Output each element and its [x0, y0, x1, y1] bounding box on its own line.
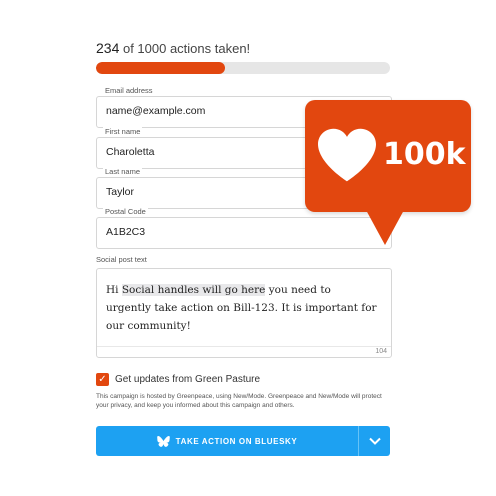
cta-dropdown-button[interactable] — [359, 426, 390, 456]
post-text-before: Hi — [106, 284, 122, 296]
email-label: Email address — [103, 86, 155, 95]
email-value: name@example.com — [106, 105, 206, 117]
social-post-label: Social post text — [96, 255, 147, 264]
like-badge-pointer — [366, 210, 404, 245]
progress-label: of 1000 actions taken! — [119, 41, 251, 56]
take-action-label: TAKE ACTION ON BLUESKY — [175, 436, 298, 446]
char-count: 104 — [375, 348, 387, 355]
updates-checkbox[interactable]: ✓ — [96, 373, 109, 386]
chevron-down-icon — [368, 437, 381, 445]
postal-code-label: Postal Code — [103, 207, 148, 216]
progress-bar-fill — [96, 62, 226, 74]
take-action-button[interactable]: TAKE ACTION ON BLUESKY — [96, 426, 358, 456]
social-post-textarea[interactable]: Hi Social handles will go here you need … — [96, 268, 392, 358]
progress-count: 234 — [96, 40, 120, 56]
updates-label: Get updates from Green Pasture — [115, 374, 261, 385]
first-name-label: First name — [103, 127, 143, 136]
textarea-divider — [97, 346, 391, 347]
privacy-disclaimer: This campaign is hosted by Greenpeace, u… — [96, 393, 382, 409]
butterfly-icon — [156, 435, 170, 447]
post-handle-placeholder: Social handles will go here — [121, 284, 266, 296]
check-icon: ✓ — [98, 374, 107, 385]
postal-code-field[interactable]: Postal Code A1B2C3 — [96, 207, 392, 249]
social-post-text: Hi Social handles will go here you need … — [106, 281, 379, 335]
progress-bar — [96, 62, 390, 74]
heart-icon — [318, 128, 376, 182]
last-name-label: Last name — [103, 167, 143, 176]
progress-text: 234 of 1000 actions taken! — [96, 40, 250, 56]
last-name-value: Taylor — [106, 186, 135, 198]
like-count: 100k — [383, 137, 466, 172]
first-name-value: Charoletta — [106, 146, 155, 158]
postal-code-value: A1B2C3 — [106, 226, 146, 238]
